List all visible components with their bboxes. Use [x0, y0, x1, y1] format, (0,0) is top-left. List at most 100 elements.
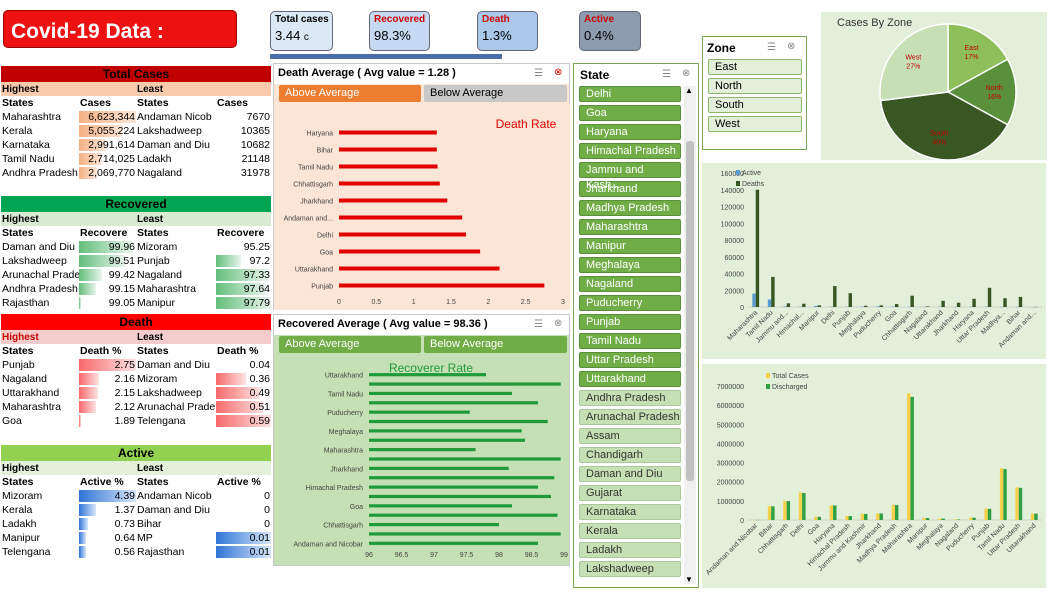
- scroll-up-icon[interactable]: ▲: [685, 86, 693, 95]
- slicer-item[interactable]: West: [708, 116, 802, 132]
- slicer-item[interactable]: Maharashtra: [579, 219, 681, 235]
- slicer-item[interactable]: Meghalaya: [579, 257, 681, 273]
- column-header: Active %: [216, 475, 272, 489]
- clear-filter-icon[interactable]: ⊗: [682, 68, 692, 79]
- slicer-item[interactable]: Assam: [579, 428, 681, 444]
- state-cell: Lakshadweep: [137, 387, 202, 399]
- slice-value: 40%: [932, 139, 946, 146]
- state-cell: Kerala: [2, 504, 33, 516]
- table-subheader: Highest Least: [1, 461, 272, 475]
- slicer-item[interactable]: Arunachal Pradesh: [579, 409, 681, 425]
- data-bar: [369, 532, 561, 536]
- data-bar: [1015, 487, 1019, 520]
- slicer-item[interactable]: Karnataka: [579, 504, 681, 520]
- slicer-item[interactable]: Himachal Pradesh: [579, 143, 681, 159]
- below-average-button[interactable]: Below Average: [424, 336, 567, 353]
- slicer-item[interactable]: Jammu and Kash...: [579, 162, 681, 191]
- category-label: Puducherry: [327, 410, 363, 417]
- table-row: Kerala 1.37 Daman and Diu 0: [1, 503, 272, 517]
- data-bar: [833, 286, 837, 307]
- data-bar: [79, 387, 98, 399]
- state-cell: Lakshadweep: [137, 125, 202, 137]
- table-row: Maharashtra 2.12 Arunachal Prade 0.51: [1, 400, 272, 414]
- slicer-item[interactable]: Ladakh: [579, 542, 681, 558]
- slicer-item[interactable]: Kerala: [579, 523, 681, 539]
- scrollbar-thumb[interactable]: [686, 141, 694, 481]
- y-tick-label: 3000000: [717, 461, 744, 468]
- slicer-item[interactable]: East: [708, 59, 802, 75]
- scroll-down-icon[interactable]: ▼: [685, 575, 693, 584]
- multi-select-icon[interactable]: ☰: [534, 319, 544, 330]
- state-cell: Daman and Diu: [137, 359, 210, 371]
- value-text: 2,714,025: [88, 153, 136, 165]
- slicer-item[interactable]: Goa: [579, 105, 681, 121]
- above-average-button[interactable]: Above Average: [279, 336, 421, 353]
- slicer-item[interactable]: Tamil Nadu: [579, 333, 681, 349]
- slicer-item[interactable]: Manipur: [579, 238, 681, 254]
- clear-filter-icon[interactable]: ⊗: [554, 67, 564, 78]
- slicer-item[interactable]: Uttar Pradesh: [579, 352, 681, 368]
- slicer-item[interactable]: Lakshadweep: [579, 561, 681, 577]
- slicer-item[interactable]: Daman and Diu: [579, 466, 681, 482]
- multi-select-icon[interactable]: ☰: [534, 68, 544, 79]
- data-bar: [369, 466, 509, 470]
- slicer-item[interactable]: South: [708, 97, 802, 113]
- slicer-item[interactable]: Punjab: [579, 314, 681, 330]
- clear-filter-icon[interactable]: ⊗: [554, 318, 564, 329]
- slicer-item[interactable]: Puducherry: [579, 295, 681, 311]
- table-row: Maharashtra 6,623,344 Andaman Nicob 7670: [1, 110, 272, 124]
- data-bar: [864, 305, 868, 307]
- data-bar: [860, 513, 865, 520]
- category-label: Goa: [350, 504, 363, 511]
- slice-value: 16%: [987, 94, 1001, 101]
- slicer-item[interactable]: Nagaland: [579, 276, 681, 292]
- table-subheader: Highest Least: [1, 330, 272, 344]
- legend-swatch: [736, 170, 740, 175]
- clear-filter-icon[interactable]: ⊗: [787, 41, 797, 52]
- kpi-card: Active 0.4%: [579, 11, 641, 51]
- value-cell: 97.33: [216, 268, 271, 282]
- state-slicer: State ☰ ⊗ Delhi Goa Haryana Himachal Prades…: [573, 63, 699, 588]
- value-text: 0.49: [249, 387, 271, 399]
- slicer-item[interactable]: North: [708, 78, 802, 94]
- state-cell: Lakshadweep: [2, 255, 67, 267]
- least-label: Least: [136, 212, 272, 226]
- table-row: Andhra Pradesh 2,069,770 Nagaland 31978: [1, 166, 272, 180]
- value-text: 2.12: [114, 401, 136, 413]
- slicer-item[interactable]: Uttarakhand: [579, 371, 681, 387]
- above-average-button[interactable]: Above Average: [279, 85, 421, 102]
- value-cell: 99.51: [79, 254, 136, 268]
- x-tick-label: 97: [430, 552, 438, 559]
- slicer-item[interactable]: Haryana: [579, 124, 681, 140]
- slicer-item[interactable]: Jharkhand: [579, 181, 681, 197]
- value-text: 99.42: [108, 269, 136, 281]
- value-cell: 0.01: [216, 545, 272, 559]
- data-bar: [802, 493, 806, 520]
- slicer-item[interactable]: Andhra Pradesh: [579, 390, 681, 406]
- slicer-item[interactable]: Delhi: [579, 86, 681, 102]
- data-bar: [79, 373, 99, 385]
- data-bar: [339, 283, 545, 288]
- x-tick-label: 96.5: [395, 552, 409, 559]
- multi-select-icon[interactable]: ☰: [662, 69, 672, 80]
- below-average-button[interactable]: Below Average: [424, 85, 567, 102]
- value-text: 97.79: [243, 297, 271, 309]
- data-bar: [1003, 298, 1007, 307]
- slicer-item[interactable]: Gujarat: [579, 485, 681, 501]
- y-tick-label: 140000: [721, 188, 744, 195]
- state-cell: Mizoram: [137, 373, 178, 385]
- value-cell: 99.42: [79, 268, 136, 282]
- death-title: Death: [1, 314, 271, 330]
- table-row: Mizoram 4.39 Andaman Nicob 0: [1, 489, 272, 503]
- multi-select-icon[interactable]: ☰: [767, 42, 777, 53]
- table-row: Ladakh 0.73 Bihar 0: [1, 517, 272, 531]
- slicer-item[interactable]: Madhya Pradesh: [579, 200, 681, 216]
- slicer-item[interactable]: Chandigarh: [579, 447, 681, 463]
- table-subheader: Highest Least: [1, 212, 272, 226]
- table-row: Tamil Nadu 2,714,025 Ladakh 21148: [1, 152, 272, 166]
- recovery-rate-chart: Recoverer Rate Uttarakhand Tamil Nadu Puduc…: [293, 361, 568, 559]
- scrollbar[interactable]: ▲ ▼: [684, 86, 696, 584]
- value-cell: 5,055,224: [79, 124, 136, 138]
- category-label: Jharkhand: [330, 466, 363, 473]
- data-bar: [79, 504, 97, 516]
